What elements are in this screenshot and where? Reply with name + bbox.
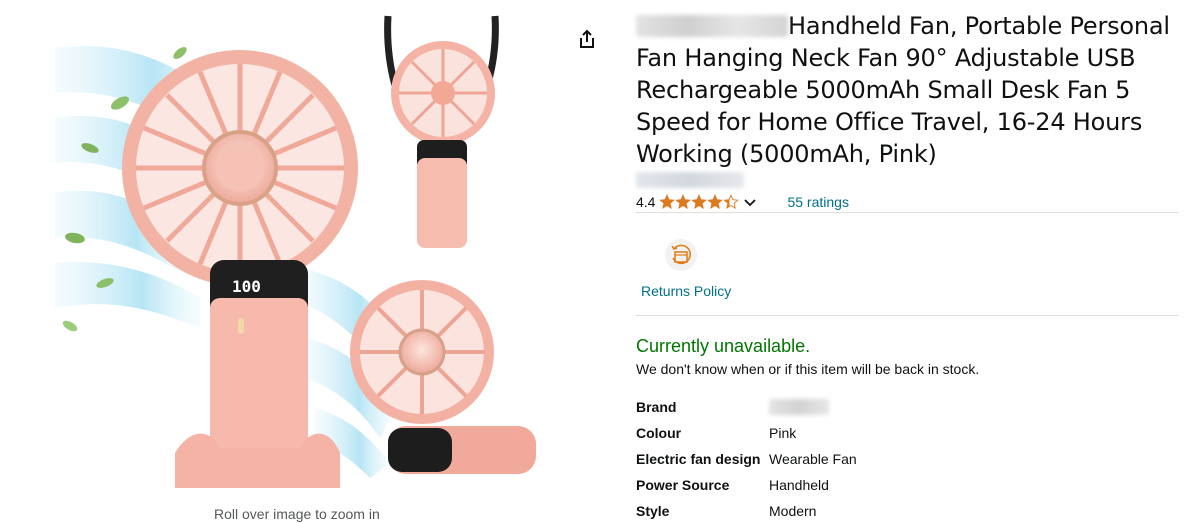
rating-row: 4.4 55 ratings bbox=[636, 192, 849, 212]
desk-fan bbox=[350, 280, 536, 474]
rating-value: 4.4 bbox=[636, 194, 656, 210]
spec-row: Electric fan design Wearable Fan bbox=[636, 451, 1036, 471]
main-fan bbox=[122, 50, 358, 286]
product-title: Handheld Fan, Portable Personal Fan Hang… bbox=[636, 10, 1176, 170]
spec-label: Power Source bbox=[636, 477, 730, 493]
star-icon bbox=[707, 194, 724, 209]
star-icon bbox=[691, 194, 708, 209]
redacted-store-link bbox=[636, 172, 744, 188]
spec-label: Brand bbox=[636, 399, 677, 415]
spec-label: Style bbox=[636, 503, 670, 519]
divider bbox=[636, 315, 1179, 316]
availability-status: Currently unavailable. bbox=[636, 336, 811, 356]
spec-value: Pink bbox=[769, 425, 797, 441]
ratings-count-link[interactable]: 55 ratings bbox=[787, 194, 848, 210]
spec-row: Colour Pink bbox=[636, 425, 1036, 445]
availability-note: We don't know when or if this item will … bbox=[636, 361, 980, 377]
chevron-down-icon[interactable] bbox=[743, 195, 757, 209]
returns-policy-icon[interactable] bbox=[664, 238, 698, 272]
spec-value bbox=[769, 399, 829, 415]
star-icon bbox=[659, 194, 676, 209]
spec-row: Power Source Handheld bbox=[636, 477, 1036, 497]
spec-value: Handheld bbox=[769, 477, 829, 493]
spec-value: Modern bbox=[769, 503, 817, 519]
spec-label: Electric fan design bbox=[636, 451, 761, 467]
star-rating[interactable] bbox=[659, 194, 740, 210]
product-title-block: Handheld Fan, Portable Personal Fan Hang… bbox=[636, 10, 1176, 170]
star-icon bbox=[723, 194, 740, 209]
spec-row: Style Modern bbox=[636, 503, 1036, 523]
zoom-hint: Roll over image to zoom in bbox=[214, 506, 380, 522]
product-image[interactable]: 100 bbox=[50, 8, 545, 498]
redacted-brand-value bbox=[769, 399, 829, 415]
spec-value: Wearable Fan bbox=[769, 451, 857, 467]
spec-row: Brand bbox=[636, 399, 1036, 419]
neck-fan bbox=[384, 15, 499, 248]
share-icon[interactable] bbox=[576, 28, 598, 50]
star-icon bbox=[675, 194, 692, 209]
spec-label: Colour bbox=[636, 425, 682, 441]
product-image-container[interactable]: 100 bbox=[50, 8, 545, 498]
divider bbox=[636, 212, 1179, 213]
display-readout: 100 bbox=[232, 277, 261, 296]
returns-policy-link[interactable]: Returns Policy bbox=[641, 283, 731, 299]
redacted-brand bbox=[636, 15, 788, 37]
